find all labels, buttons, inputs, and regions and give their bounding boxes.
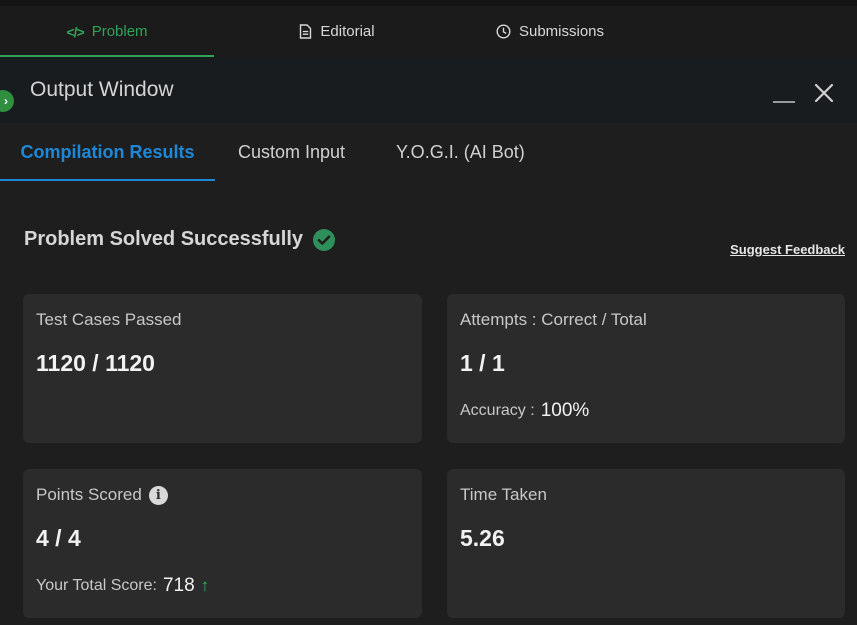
- tab-problem-label: Problem: [91, 23, 148, 40]
- document-icon: [299, 24, 312, 39]
- test-cases-card: Test Cases Passed 1120 / 1120: [23, 294, 422, 443]
- close-icon[interactable]: [812, 81, 836, 105]
- points-label: Points Scored: [36, 485, 142, 504]
- suggest-feedback-link[interactable]: Suggest Feedback: [730, 242, 845, 257]
- test-cases-label: Test Cases Passed: [36, 310, 182, 329]
- points-label-row: Points Scored i: [36, 485, 168, 505]
- code-icon: </>: [66, 23, 84, 40]
- status-text: Problem Solved Successfully: [24, 228, 303, 250]
- points-value: 4 / 4: [36, 525, 81, 551]
- accuracy-label: Accuracy :: [460, 402, 535, 419]
- tab-editorial-label: Editorial: [320, 23, 375, 40]
- result-tab-bar: Compilation Results Custom Input Y.O.G.I…: [0, 123, 857, 181]
- time-label: Time Taken: [460, 485, 547, 504]
- clock-icon: [496, 24, 511, 39]
- attempts-label: Attempts : Correct / Total: [460, 310, 647, 329]
- time-value: 5.26: [460, 525, 505, 551]
- tab-problem[interactable]: </> Problem: [0, 6, 214, 57]
- points-card: Points Scored i 4 / 4 Your Total Score: …: [23, 469, 422, 618]
- status-heading: Problem Solved Successfully: [24, 228, 335, 251]
- minimize-icon[interactable]: [773, 101, 795, 103]
- tab-submissions-label: Submissions: [518, 23, 605, 40]
- tab-yogi-ai-bot[interactable]: Y.O.G.I. (AI Bot): [396, 123, 525, 181]
- attempts-card: Attempts : Correct / Total 1 / 1 Accurac…: [447, 294, 845, 443]
- accuracy-value: 100%: [540, 400, 590, 421]
- accuracy-row: Accuracy : 100%: [460, 400, 589, 422]
- total-score-label: Your Total Score:: [36, 577, 157, 594]
- attempts-value: 1 / 1: [460, 350, 505, 376]
- tab-custom-input-label: Custom Input: [238, 141, 346, 162]
- top-tab-bar: </> Problem Editorial Submissions: [0, 0, 857, 57]
- tab-editorial[interactable]: Editorial: [214, 6, 460, 57]
- tab-yogi-ai-bot-label: Y.O.G.I. (AI Bot): [396, 141, 525, 162]
- total-score-value: 718: [162, 575, 195, 596]
- time-card: Time Taken 5.26: [447, 469, 845, 618]
- tab-submissions[interactable]: Submissions: [460, 6, 640, 57]
- output-window-title: Output Window: [30, 78, 174, 101]
- check-circle-icon: [313, 228, 335, 251]
- total-score-row: Your Total Score: 718 ↑: [36, 575, 209, 597]
- active-tab-underline: [0, 179, 215, 181]
- tab-compilation-results-label: Compilation Results: [20, 141, 195, 162]
- tab-custom-input[interactable]: Custom Input: [238, 123, 345, 181]
- chevron-right-icon[interactable]: ›: [0, 90, 14, 112]
- tab-compilation-results[interactable]: Compilation Results: [0, 123, 215, 181]
- arrow-up-icon: ↑: [200, 576, 210, 595]
- test-cases-value: 1120 / 1120: [36, 350, 155, 376]
- info-icon[interactable]: i: [148, 485, 168, 505]
- output-window-header: › Output Window: [0, 57, 857, 123]
